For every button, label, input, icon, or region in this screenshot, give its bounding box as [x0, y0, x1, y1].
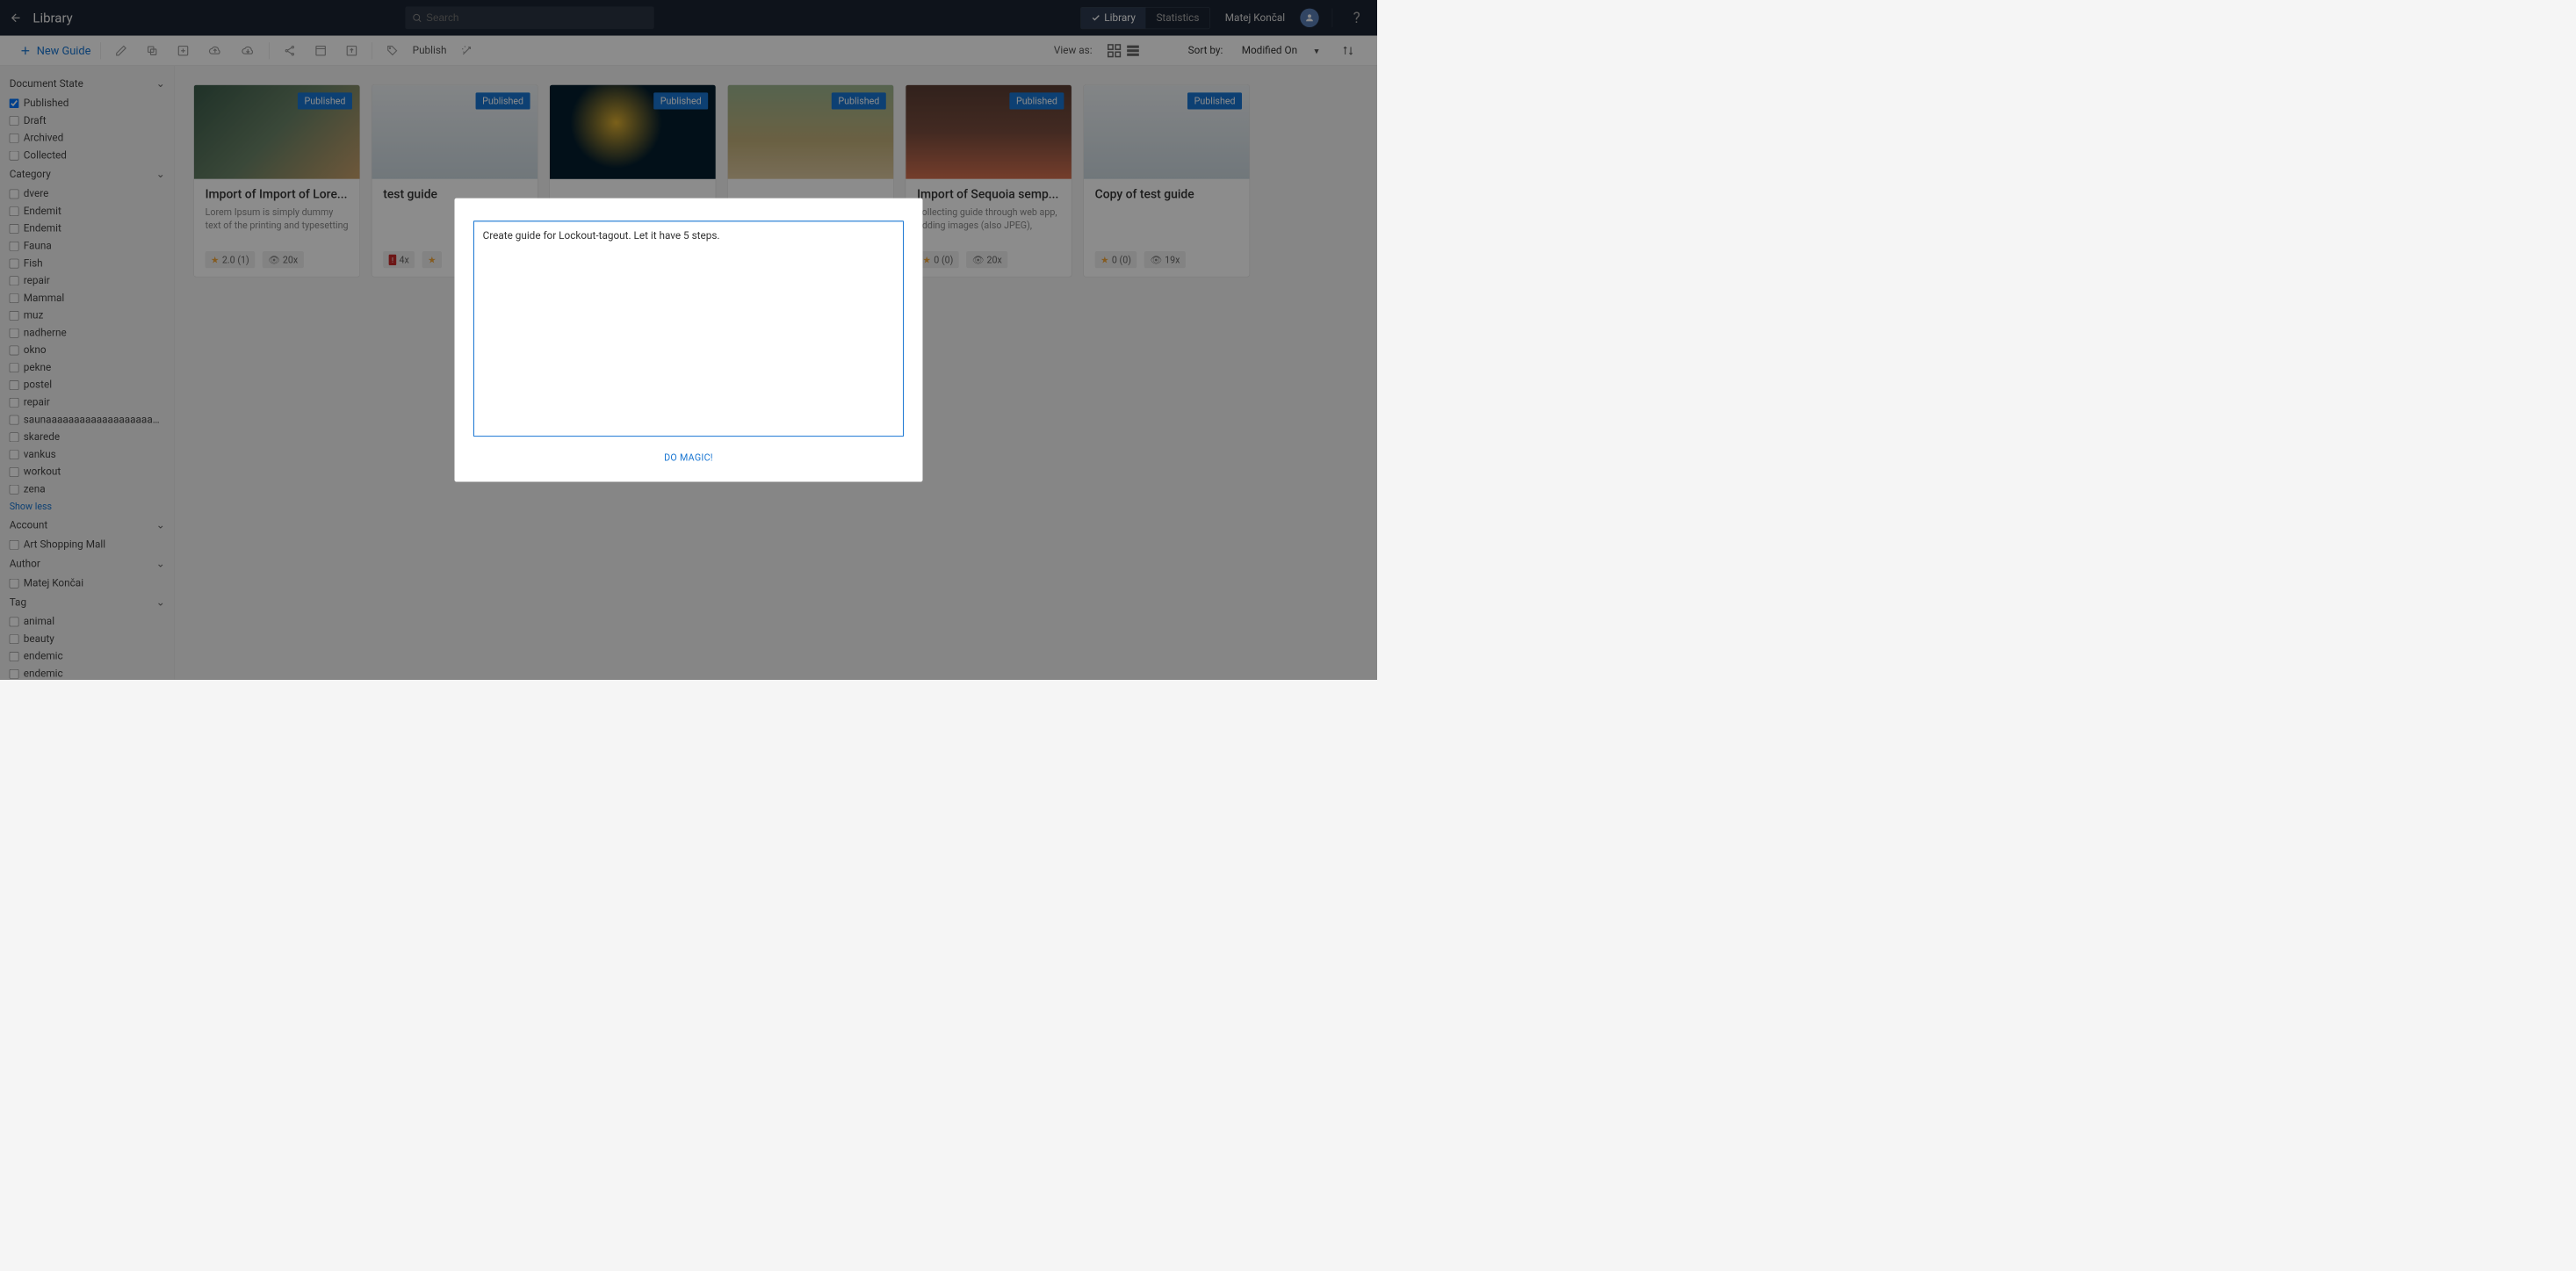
magic-modal: DO MAGIC! [454, 198, 922, 481]
magic-textarea[interactable] [473, 220, 904, 437]
modal-overlay[interactable]: DO MAGIC! [0, 0, 1377, 680]
do-magic-button[interactable]: DO MAGIC! [473, 451, 904, 463]
